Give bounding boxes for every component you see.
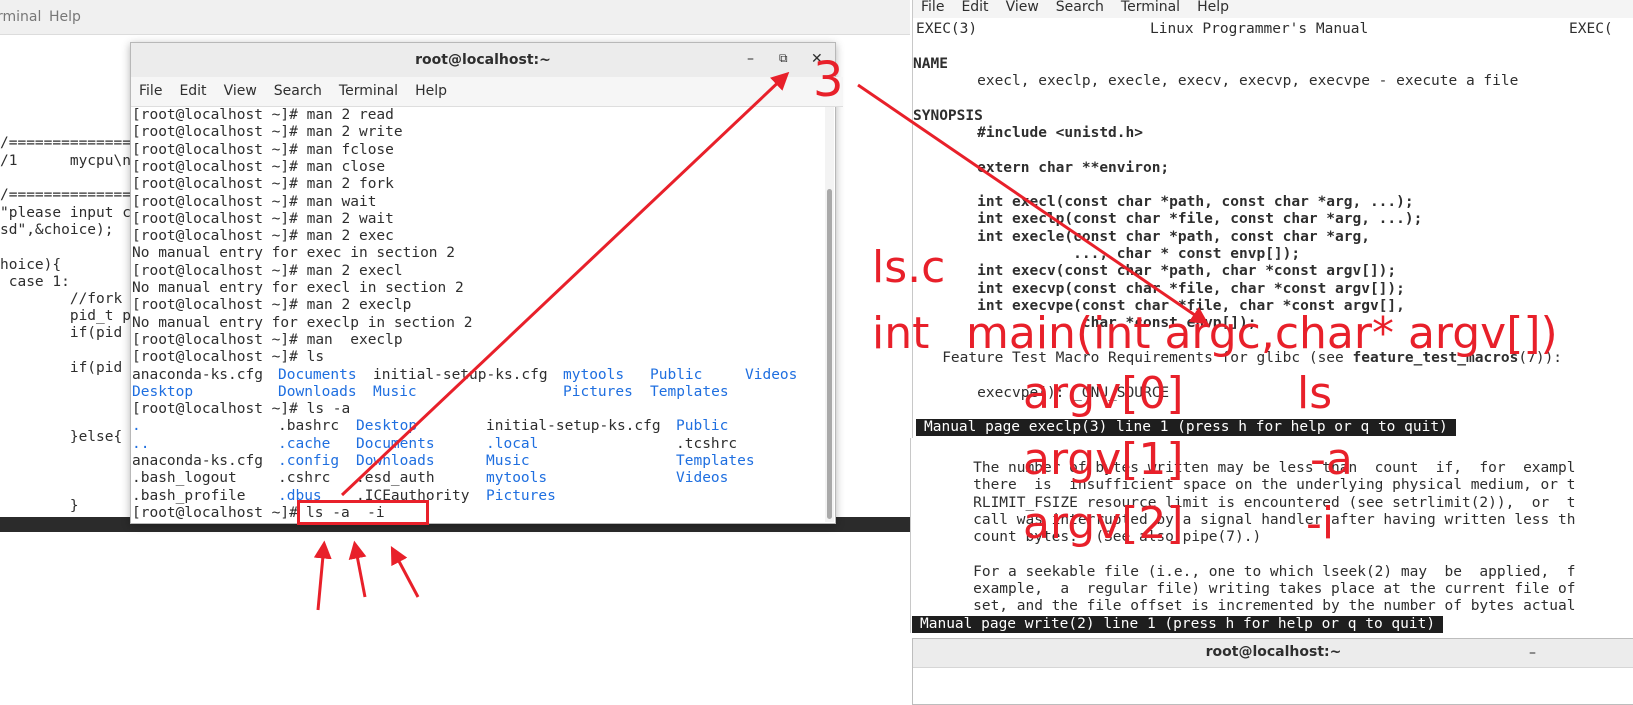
annotation-dash-i: -i [1306,498,1335,549]
annotation-main-signature: main(int argc,char* argv[]) [966,308,1558,359]
annotation-lsc: ls.c [872,242,946,293]
annotation-dash-a: -a [1310,434,1353,485]
annotation-argv1: argv[1] [1023,434,1184,485]
arrow-argv0 [313,540,332,611]
annotation-argv2: argv[2] [1023,498,1184,549]
arrow-argv2 [390,546,420,598]
annotation-int: int [872,308,930,359]
annotation-number: 3 [813,52,844,108]
annotation-ls: ls [1297,368,1333,419]
annotation-argv0: argv[0] [1023,368,1184,419]
arrow-to-maximize [340,71,790,497]
arrow-argv1 [348,540,367,598]
